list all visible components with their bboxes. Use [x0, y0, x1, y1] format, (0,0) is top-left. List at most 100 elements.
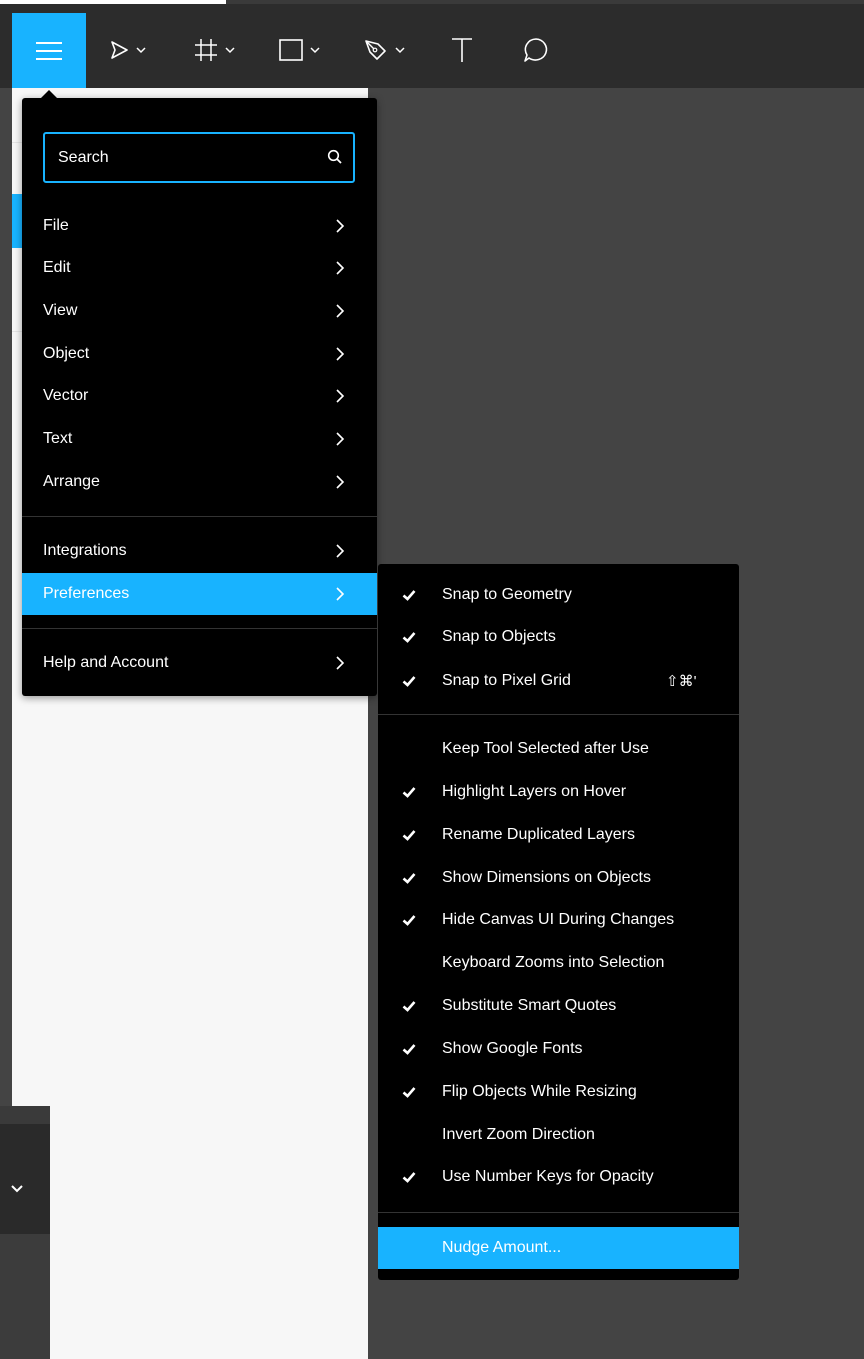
chevron-right-icon	[336, 656, 345, 670]
chevron-down-icon	[310, 47, 320, 54]
menu-item-text[interactable]: Text	[22, 418, 377, 460]
preferences-submenu: Snap to Geometry Snap to Objects Snap to…	[378, 564, 739, 1280]
menu-item-view[interactable]: View	[22, 290, 377, 332]
chevron-down-icon	[136, 47, 146, 54]
pref-label: Invert Zoom Direction	[442, 1126, 595, 1143]
pref-label: Rename Duplicated Layers	[442, 826, 635, 843]
selected-layer-indicator	[12, 194, 22, 248]
menu-item-vector[interactable]: Vector	[22, 375, 377, 417]
frame-tool[interactable]	[193, 30, 235, 70]
pref-label: Use Number Keys for Opacity	[442, 1168, 654, 1185]
menu-separator	[22, 628, 377, 629]
properties-strip-header	[0, 1106, 50, 1124]
chevron-right-icon	[336, 432, 345, 446]
pref-rename-duplicated-layers[interactable]: Rename Duplicated Layers	[378, 814, 739, 856]
pref-hide-canvas-ui-during-changes[interactable]: Hide Canvas UI During Changes	[378, 899, 739, 941]
menu-item-label: File	[43, 217, 69, 234]
chevron-down-icon	[395, 47, 405, 54]
toolbar-top-strip-dark	[226, 0, 864, 4]
chevron-down-icon	[225, 47, 235, 54]
menu-item-edit[interactable]: Edit	[22, 247, 377, 289]
move-tool[interactable]	[108, 30, 146, 70]
menu-item-label: Arrange	[43, 473, 100, 490]
search-icon	[327, 149, 342, 164]
pref-label: Show Dimensions on Objects	[442, 869, 651, 886]
keyboard-shortcut: ⇧⌘'	[666, 673, 697, 690]
chevron-right-icon	[336, 304, 345, 318]
menu-item-integrations[interactable]: Integrations	[22, 530, 377, 572]
pref-label: Keyboard Zooms into Selection	[442, 954, 665, 971]
pref-show-google-fonts[interactable]: Show Google Fonts	[378, 1028, 739, 1070]
chevron-right-icon	[336, 347, 345, 361]
menu-item-label: Vector	[43, 387, 89, 404]
comment-tool[interactable]	[522, 30, 550, 70]
frame-tool-icon	[195, 39, 217, 61]
pref-snap-to-pixel-grid[interactable]: Snap to Pixel Grid ⇧⌘'	[378, 660, 739, 702]
checkmark-icon	[402, 676, 416, 687]
pref-keep-tool-selected[interactable]: Keep Tool Selected after Use	[378, 728, 739, 770]
rectangle-tool[interactable]	[278, 30, 320, 70]
menu-item-file[interactable]: File	[22, 205, 377, 247]
chevron-right-icon	[336, 389, 345, 403]
pref-snap-to-objects[interactable]: Snap to Objects	[378, 616, 739, 658]
pref-label: Keep Tool Selected after Use	[442, 740, 649, 757]
pref-label: Snap to Pixel Grid	[442, 672, 571, 689]
properties-strip-row[interactable]	[0, 1124, 50, 1234]
checkmark-icon	[402, 1087, 416, 1098]
main-menu-button[interactable]	[12, 13, 86, 88]
text-tool-icon	[452, 38, 472, 62]
pref-flip-objects-while-resizing[interactable]: Flip Objects While Resizing	[378, 1071, 739, 1113]
pref-label: Show Google Fonts	[442, 1040, 583, 1057]
toolbar-top-strip	[0, 0, 864, 4]
checkmark-icon	[402, 787, 416, 798]
pref-label: Snap to Geometry	[442, 586, 572, 603]
menu-item-object[interactable]: Object	[22, 333, 377, 375]
menu-item-label: Text	[43, 430, 73, 447]
checkmark-icon	[402, 632, 416, 643]
pref-invert-zoom-direction[interactable]: Invert Zoom Direction	[378, 1114, 739, 1156]
pref-keyboard-zooms-into-selection[interactable]: Keyboard Zooms into Selection	[378, 942, 739, 984]
properties-strip	[0, 1106, 50, 1359]
menu-item-label: Preferences	[43, 585, 130, 602]
main-menu: Search File Edit View Object Vector Text…	[22, 98, 377, 696]
menu-item-arrange[interactable]: Arrange	[22, 461, 377, 503]
checkmark-icon	[402, 1001, 416, 1012]
pref-highlight-layers-on-hover[interactable]: Highlight Layers on Hover	[378, 771, 739, 813]
pref-substitute-smart-quotes[interactable]: Substitute Smart Quotes	[378, 985, 739, 1027]
menu-item-label: Object	[43, 345, 90, 362]
checkmark-icon	[402, 590, 416, 601]
checkmark-icon	[402, 830, 416, 841]
menu-separator	[378, 714, 739, 715]
toolbar	[0, 0, 864, 88]
pen-tool-icon	[365, 40, 386, 60]
pref-label: Substitute Smart Quotes	[442, 997, 617, 1014]
menu-item-help-and-account[interactable]: Help and Account	[22, 642, 377, 684]
chevron-right-icon	[336, 475, 345, 489]
chevron-right-icon	[336, 219, 345, 233]
text-tool[interactable]	[450, 30, 474, 70]
checkmark-icon	[402, 1044, 416, 1055]
comment-tool-icon	[524, 38, 548, 62]
checkmark-icon	[402, 873, 416, 884]
rectangle-tool-icon	[279, 39, 303, 61]
pen-tool[interactable]	[363, 30, 405, 70]
chevron-right-icon	[336, 544, 345, 558]
pref-use-number-keys-for-opacity[interactable]: Use Number Keys for Opacity	[378, 1156, 739, 1198]
pref-show-dimensions-on-objects[interactable]: Show Dimensions on Objects	[378, 857, 739, 899]
chevron-down-icon[interactable]	[10, 1184, 24, 1194]
pref-nudge-amount[interactable]: Nudge Amount...	[378, 1227, 739, 1269]
menu-item-label: Edit	[43, 259, 71, 276]
search-input[interactable]: Search	[43, 132, 355, 183]
pref-label: Hide Canvas UI During Changes	[442, 911, 675, 928]
pref-label: Snap to Objects	[442, 628, 556, 645]
chevron-right-icon	[336, 261, 345, 275]
pref-label: Highlight Layers on Hover	[442, 783, 627, 800]
pref-label: Flip Objects While Resizing	[442, 1083, 637, 1100]
checkmark-icon	[402, 915, 416, 926]
checkmark-icon	[402, 1172, 416, 1183]
pref-snap-to-geometry[interactable]: Snap to Geometry	[378, 574, 739, 616]
chevron-right-icon	[336, 587, 345, 601]
menu-item-label: Help and Account	[43, 654, 169, 671]
menu-item-label: Integrations	[43, 542, 127, 559]
menu-item-preferences[interactable]: Preferences	[22, 573, 377, 615]
